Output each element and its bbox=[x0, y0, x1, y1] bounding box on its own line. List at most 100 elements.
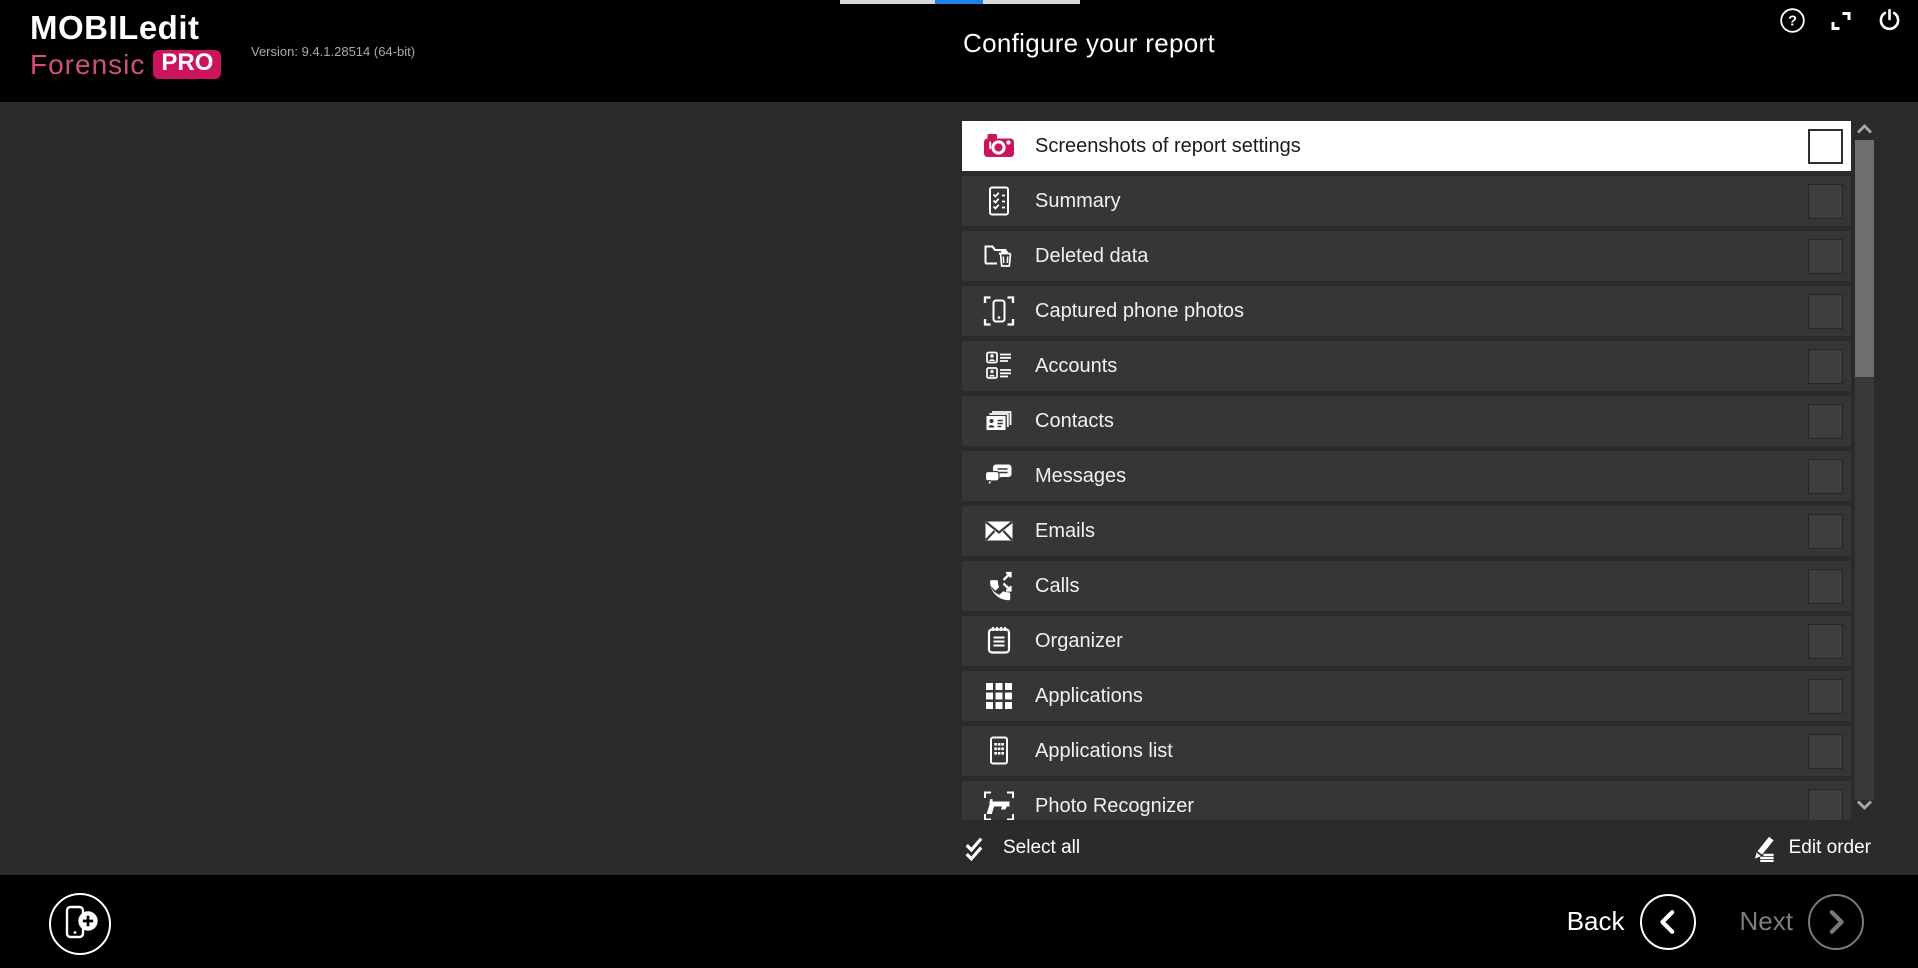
report-item-label: Captured phone photos bbox=[1035, 299, 1245, 322]
snap-corners-icon bbox=[1831, 11, 1851, 30]
next-label[interactable]: Next bbox=[1740, 906, 1793, 937]
report-item-row[interactable]: Summary bbox=[962, 176, 1851, 226]
select-all-label: Select all bbox=[1003, 836, 1081, 858]
titlebar: MOBILedit Forensic PRO Version: 9.4.1.28… bbox=[0, 0, 1918, 102]
deleted-data-icon bbox=[984, 245, 1012, 267]
emails-icon bbox=[985, 521, 1013, 541]
report-item-checkbox[interactable] bbox=[1808, 513, 1843, 549]
report-item-label: Applications bbox=[1035, 684, 1143, 707]
report-item-row[interactable]: Contacts bbox=[962, 396, 1851, 446]
report-item-row[interactable]: Accounts bbox=[962, 341, 1851, 391]
applications-grid-icon bbox=[986, 683, 1012, 709]
version-label: Version: 9.4.1.28514 (64-bit) bbox=[251, 44, 416, 59]
contacts-icon bbox=[986, 411, 1012, 430]
back-button[interactable] bbox=[1639, 893, 1696, 950]
add-device-button[interactable] bbox=[49, 893, 111, 955]
help-button[interactable]: ? bbox=[1779, 7, 1806, 34]
report-item-row[interactable]: Screenshots of report settings bbox=[962, 121, 1851, 171]
report-item-icon-slot bbox=[981, 128, 1019, 164]
app-logo: MOBILedit Forensic PRO bbox=[30, 9, 222, 80]
select-all-button[interactable]: Select all bbox=[962, 832, 1080, 864]
page-title: Configure your report bbox=[963, 28, 1215, 58]
report-item-label: Deleted data bbox=[1035, 244, 1149, 267]
report-item-checkbox[interactable] bbox=[1808, 403, 1843, 439]
report-item-icon-slot bbox=[981, 568, 1019, 604]
edit-order-button[interactable]: Edit order bbox=[1748, 832, 1871, 864]
chevron-left-icon bbox=[1659, 909, 1674, 934]
list-actions-bar: Select all Edit order bbox=[962, 822, 1871, 873]
report-item-row[interactable]: Organizer bbox=[962, 616, 1851, 666]
report-item-row[interactable]: Applications list bbox=[962, 726, 1851, 776]
report-item-checkbox[interactable] bbox=[1808, 238, 1843, 274]
messages-icon bbox=[984, 464, 1012, 488]
report-item-icon-slot bbox=[981, 403, 1019, 439]
report-item-icon-slot bbox=[981, 238, 1019, 274]
camera-icon bbox=[984, 134, 1014, 157]
report-item-icon-slot bbox=[981, 788, 1019, 820]
scrollbar[interactable] bbox=[1855, 121, 1874, 818]
report-item-icon-slot bbox=[981, 513, 1019, 549]
report-item-row[interactable]: Calls bbox=[962, 561, 1851, 611]
report-item-row[interactable]: Photo Recognizer bbox=[962, 781, 1851, 820]
logo-pro-badge: PRO bbox=[153, 50, 222, 79]
report-item-label: Calls bbox=[1035, 574, 1080, 597]
footer-bar: Back Next bbox=[0, 875, 1918, 968]
report-item-label: Contacts bbox=[1035, 409, 1114, 432]
report-item-row[interactable]: Captured phone photos bbox=[962, 286, 1851, 336]
organizer-icon bbox=[987, 627, 1011, 654]
photo-recognizer-icon bbox=[984, 791, 1014, 820]
report-item-checkbox[interactable] bbox=[1808, 788, 1843, 820]
logo-product: Forensic bbox=[30, 48, 146, 80]
report-item-checkbox[interactable] bbox=[1808, 128, 1843, 164]
help-icon: ? bbox=[1780, 8, 1805, 33]
report-item-checkbox[interactable] bbox=[1808, 623, 1843, 659]
top-edge-strip bbox=[840, 0, 1080, 4]
double-check-icon bbox=[965, 837, 983, 861]
edit-pencil-icon bbox=[1754, 836, 1774, 862]
top-edge-strip-accent bbox=[935, 0, 983, 4]
wizard-navigation: Back Next bbox=[1567, 875, 1864, 968]
report-item-checkbox[interactable] bbox=[1808, 348, 1843, 384]
accounts-icon bbox=[986, 351, 1011, 379]
report-item-checkbox[interactable] bbox=[1808, 678, 1843, 714]
titlebar-icons: ? bbox=[1779, 7, 1903, 34]
report-item-checkbox[interactable] bbox=[1808, 458, 1843, 494]
scrollbar-track[interactable] bbox=[1855, 140, 1874, 800]
chevron-right-icon bbox=[1829, 909, 1844, 934]
report-item-row[interactable]: Applications bbox=[962, 671, 1851, 721]
report-item-row[interactable]: Emails bbox=[962, 506, 1851, 556]
report-item-label: Organizer bbox=[1035, 629, 1123, 652]
report-item-icon-slot bbox=[981, 458, 1019, 494]
edit-order-label: Edit order bbox=[1788, 836, 1871, 858]
app-window: MOBILedit Forensic PRO Version: 9.4.1.28… bbox=[0, 0, 1918, 968]
power-icon bbox=[1879, 8, 1900, 31]
report-item-label: Photo Recognizer bbox=[1035, 794, 1194, 817]
report-item-checkbox[interactable] bbox=[1808, 183, 1843, 219]
report-item-checkbox[interactable] bbox=[1808, 293, 1843, 329]
report-item-icon-slot bbox=[981, 293, 1019, 329]
calls-icon bbox=[990, 571, 1012, 601]
snap-window-button[interactable] bbox=[1828, 8, 1854, 34]
captured-phone-icon bbox=[983, 296, 1015, 326]
report-item-checkbox[interactable] bbox=[1808, 568, 1843, 604]
svg-text:?: ? bbox=[1788, 14, 1797, 30]
report-item-icon-slot bbox=[981, 348, 1019, 384]
next-button[interactable] bbox=[1808, 893, 1864, 950]
summary-document-icon bbox=[989, 186, 1009, 216]
report-item-row[interactable]: Deleted data bbox=[962, 231, 1851, 281]
report-item-label: Accounts bbox=[1035, 354, 1118, 377]
report-item-label: Summary bbox=[1035, 189, 1121, 212]
content-area: Screenshots of report settings Summary D… bbox=[0, 102, 1918, 875]
back-label[interactable]: Back bbox=[1567, 906, 1625, 937]
report-item-label: Messages bbox=[1035, 464, 1127, 487]
report-item-label: Emails bbox=[1035, 519, 1096, 542]
report-item-row[interactable]: Messages bbox=[962, 451, 1851, 501]
scroll-down-button[interactable] bbox=[1855, 797, 1874, 818]
scroll-up-button[interactable] bbox=[1855, 121, 1874, 142]
scrollbar-thumb[interactable] bbox=[1855, 140, 1874, 377]
report-item-checkbox[interactable] bbox=[1808, 733, 1843, 769]
logo-name: MOBILedit bbox=[30, 9, 200, 46]
report-item-label: Screenshots of report settings bbox=[1035, 134, 1301, 157]
add-phone-icon bbox=[65, 905, 98, 939]
power-button[interactable] bbox=[1876, 7, 1903, 34]
